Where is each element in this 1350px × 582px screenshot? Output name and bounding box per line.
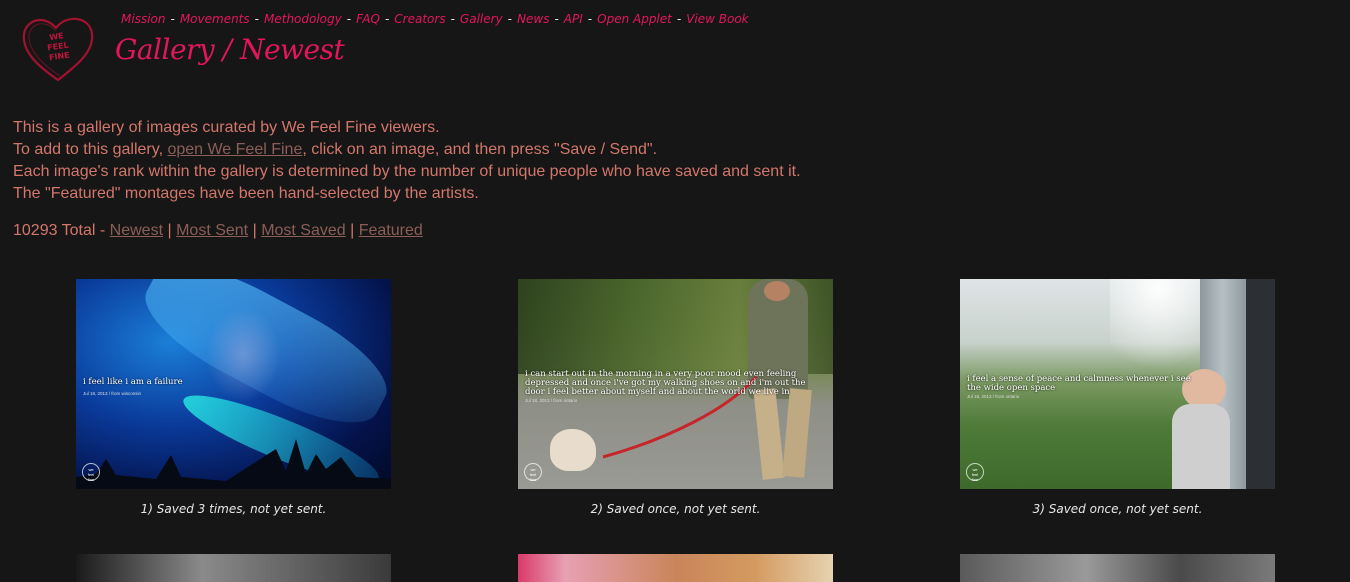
nav-creators[interactable]: Creators bbox=[394, 12, 445, 26]
we-feel-fine-watermark-icon: we feel fine bbox=[966, 463, 984, 482]
nav-separator: - bbox=[450, 12, 455, 26]
sort-separator: | bbox=[252, 222, 257, 239]
treeline bbox=[76, 439, 391, 489]
gallery-image[interactable]: i feel a sense of peace and calmness whe… bbox=[960, 279, 1275, 489]
nav-separator: - bbox=[346, 12, 352, 26]
sort-featured-link[interactable]: Featured bbox=[359, 222, 423, 239]
we-feel-fine-watermark-icon: we feel fine bbox=[82, 463, 100, 482]
tile-quote: i feel like i am a failure bbox=[83, 377, 183, 387]
tile-meta: Jul 18, 2013 / from ontario bbox=[967, 394, 1020, 399]
total-count: 10293 Total - bbox=[13, 222, 110, 239]
nav-separator: - bbox=[384, 12, 390, 26]
sort-newest-link[interactable]: Newest bbox=[110, 222, 163, 239]
intro-line-2-prefix: To add to this gallery, bbox=[13, 141, 168, 158]
nav-separator: - bbox=[587, 12, 593, 26]
tile-quote: i feel a sense of peace and calmness whe… bbox=[967, 374, 1191, 393]
window-edge bbox=[1246, 279, 1275, 489]
tile-caption: 3) Saved once, not yet sent. bbox=[1032, 502, 1203, 516]
sort-separator: | bbox=[350, 222, 355, 239]
sort-bar: 10293 Total - Newest | Most Sent | Most … bbox=[13, 222, 423, 240]
gallery-intro: This is a gallery of images curated by W… bbox=[13, 117, 801, 205]
nav-separator: - bbox=[507, 12, 513, 26]
nav-gallery[interactable]: Gallery bbox=[460, 12, 503, 26]
we-feel-fine-logo[interactable]: WE FEEL FINE bbox=[20, 14, 96, 84]
gallery-image[interactable] bbox=[960, 554, 1275, 582]
tile-caption: 2) Saved once, not yet sent. bbox=[590, 502, 761, 516]
nav-separator: - bbox=[676, 12, 682, 26]
intro-line-3: Each image's rank within the gallery is … bbox=[13, 163, 801, 180]
face-overlay bbox=[206, 307, 281, 402]
nav-separator: - bbox=[170, 12, 175, 26]
intro-line-4: The "Featured" montages have been hand-s… bbox=[13, 185, 479, 202]
nav-open-applet[interactable]: Open Applet bbox=[597, 12, 672, 26]
nav-view-book[interactable]: View Book bbox=[686, 12, 748, 26]
tile-caption: 1) Saved 3 times, not yet sent. bbox=[140, 502, 327, 516]
tile-meta: Jul 18, 2013 / from ontario bbox=[525, 398, 578, 403]
nav-separator: - bbox=[554, 12, 559, 26]
open-we-feel-fine-link[interactable]: open We Feel Fine bbox=[167, 141, 302, 158]
nav-news[interactable]: News bbox=[517, 12, 549, 26]
gallery-image[interactable]: i can start out in the morning in a very… bbox=[518, 279, 833, 489]
page-title: Gallery / Newest bbox=[115, 33, 345, 66]
nav-methodology[interactable]: Methodology bbox=[264, 12, 342, 26]
sort-separator: | bbox=[167, 222, 172, 239]
sort-most-sent-link[interactable]: Most Sent bbox=[176, 222, 248, 239]
tile-quote: i can start out in the morning in a very… bbox=[525, 369, 806, 397]
nav-mission[interactable]: Mission bbox=[121, 12, 165, 26]
tile-meta: Jul 18, 2013 / from wisconsin bbox=[83, 391, 142, 396]
top-nav: Mission - Movements - Methodology - FAQ - Creato… bbox=[121, 12, 749, 26]
nav-movements[interactable]: Movements bbox=[180, 12, 250, 26]
intro-line-2: To add to this gallery, open We Feel Fin… bbox=[13, 139, 801, 161]
small-dog bbox=[550, 429, 596, 471]
gallery-image[interactable] bbox=[518, 554, 833, 582]
intro-line-2-suffix: , click on an image, and then press "Sav… bbox=[302, 141, 658, 158]
we-feel-fine-watermark-icon: we feel fine bbox=[524, 463, 542, 482]
nav-api[interactable]: API bbox=[564, 12, 583, 26]
child-body bbox=[1172, 404, 1230, 489]
intro-line-1: This is a gallery of images curated by W… bbox=[13, 119, 440, 136]
nav-faq[interactable]: FAQ bbox=[356, 12, 380, 26]
nav-separator: - bbox=[254, 12, 259, 26]
sort-most-saved-link[interactable]: Most Saved bbox=[261, 222, 345, 239]
gallery-image[interactable]: i feel like i am a failure Jul 18, 2013 … bbox=[76, 279, 391, 489]
gallery-image[interactable] bbox=[76, 554, 391, 582]
